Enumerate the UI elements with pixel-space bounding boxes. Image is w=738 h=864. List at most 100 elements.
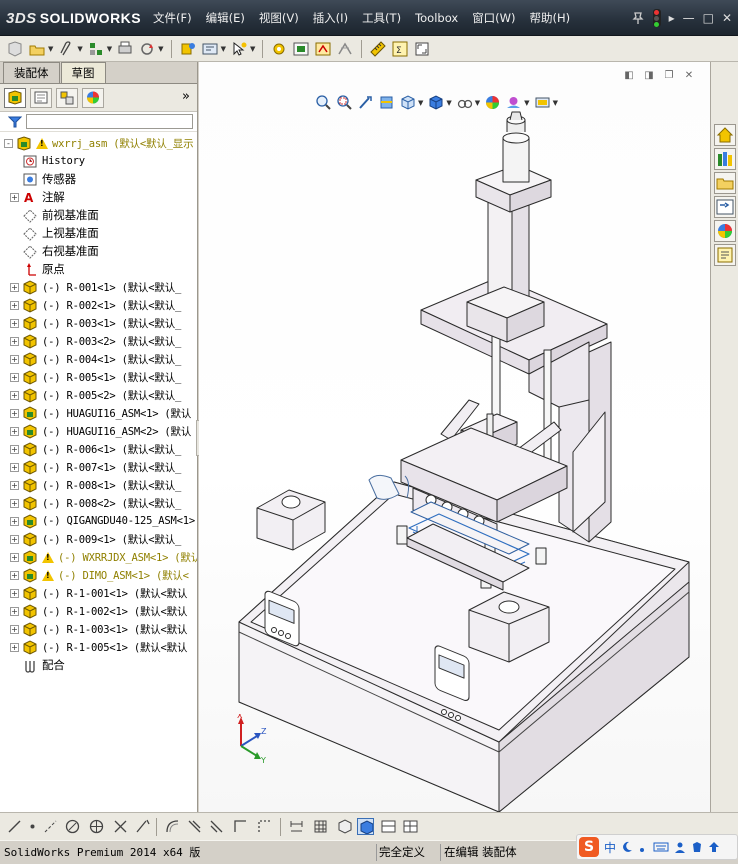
centerline-icon[interactable] <box>42 818 59 835</box>
expand-icon[interactable]: + <box>10 336 19 346</box>
tree-item-part[interactable]: + (-) R-008<1> (默认<默认_ <box>0 476 197 494</box>
expand-icon[interactable]: + <box>10 408 19 418</box>
sketch-pattern-icon[interactable] <box>256 818 273 835</box>
tree-item-plane[interactable]: 前视基准面 <box>0 206 197 224</box>
insert-component-icon[interactable] <box>292 40 310 58</box>
expand-icon[interactable]: + <box>10 480 19 490</box>
chevron-down-icon[interactable]: ▼ <box>250 45 255 53</box>
assembly-model-render[interactable] <box>199 62 710 812</box>
expand-icon[interactable]: + <box>10 390 19 400</box>
appearances-icon[interactable] <box>714 220 736 242</box>
menu-window[interactable]: 窗口(W) <box>465 10 522 26</box>
fullscreen-icon[interactable] <box>413 40 431 58</box>
measure-icon[interactable] <box>369 40 387 58</box>
tree-item-mates[interactable]: 配合 <box>0 656 197 674</box>
expand-icon[interactable]: + <box>10 426 19 436</box>
gear-icon[interactable] <box>270 40 288 58</box>
expand-icon[interactable]: + <box>10 372 19 382</box>
property-manager-tab-icon[interactable] <box>30 87 52 108</box>
menu-toolbox[interactable]: Toolbox <box>408 11 465 25</box>
expand-icon[interactable]: + <box>10 516 19 526</box>
punctuation-icon[interactable] <box>638 841 648 853</box>
tree-item-origin[interactable]: 原点 <box>0 260 197 278</box>
expand-icon[interactable]: + <box>10 642 19 652</box>
expand-icon[interactable]: + <box>10 498 19 508</box>
tab-sketch[interactable]: 草图 <box>60 62 106 83</box>
chevron-down-icon[interactable]: ▼ <box>158 45 163 53</box>
fillet-icon[interactable] <box>208 818 225 835</box>
convert-entities-icon[interactable] <box>232 818 249 835</box>
tree-item-part[interactable]: + (-) R-005<2> (默认<默认_ <box>0 386 197 404</box>
point-icon[interactable] <box>24 818 41 835</box>
print-icon[interactable] <box>116 40 134 58</box>
tree-item-part[interactable]: + (-) R-1-005<1> (默认<默认 <box>0 638 197 656</box>
tree-item-part[interactable]: + (-) R-003<2> (默认<默认_ <box>0 332 197 350</box>
maximize-button[interactable]: □ <box>703 11 714 25</box>
grid-icon[interactable] <box>312 818 329 835</box>
filter-icon[interactable] <box>8 116 22 128</box>
user-icon[interactable] <box>674 841 686 853</box>
sketch-line-icon[interactable] <box>6 818 23 835</box>
rebuild-status-icon[interactable] <box>652 9 661 27</box>
tree-item-part[interactable]: + (-) R-009<1> (默认<默认_ <box>0 530 197 548</box>
chevron-down-icon[interactable]: ▼ <box>107 45 112 53</box>
expand-icon[interactable]: + <box>10 444 19 454</box>
tree-item-part[interactable]: + (-) R-002<1> (默认<默认_ <box>0 296 197 314</box>
expand-icon[interactable]: + <box>10 462 19 472</box>
circle-icon[interactable] <box>64 818 81 835</box>
menu-view[interactable]: 视图(V) <box>252 10 306 26</box>
trim-icon[interactable] <box>112 818 129 835</box>
app-logo[interactable]: 3DS SOLIDWORKS <box>6 6 141 30</box>
menu-file[interactable]: 文件(F) <box>146 10 199 26</box>
menu-insert[interactable]: 插入(I) <box>306 10 355 26</box>
tree-item-plane[interactable]: 上视基准面 <box>0 224 197 242</box>
tree-item-history[interactable]: History <box>0 152 197 170</box>
collapse-icon[interactable]: - <box>4 138 13 148</box>
tree-item-asm[interactable]: + (-) WXRRJDX_ASM<1> (默认 <box>0 548 197 566</box>
graphics-area[interactable]: ◧ ◨ ❐ ✕ ▼ ▼ ▼ ▼ ▼ X Z Y <box>199 62 710 812</box>
tree-item-annot[interactable]: + A 注解 <box>0 188 197 206</box>
upload-icon[interactable] <box>708 841 720 853</box>
chevron-down-icon[interactable]: ▼ <box>77 45 82 53</box>
menu-help[interactable]: 帮助(H) <box>523 10 578 26</box>
tree-item-part[interactable]: + (-) R-008<2> (默认<默认_ <box>0 494 197 512</box>
keyboard-icon[interactable] <box>653 841 669 853</box>
custom-properties-icon[interactable] <box>714 244 736 266</box>
tree-item-part[interactable]: + (-) R-006<1> (默认<默认_ <box>0 440 197 458</box>
tree-item-part[interactable]: + (-) R-004<1> (默认<默认_ <box>0 350 197 368</box>
offset-icon[interactable] <box>164 818 181 835</box>
expand-icon[interactable]: + <box>10 534 19 544</box>
feature-manager-tab-icon[interactable] <box>4 87 26 108</box>
tree-item-asm[interactable]: + (-) HUAGUI16_ASM<2> (默认 <box>0 422 197 440</box>
expand-icon[interactable]: + <box>10 282 19 292</box>
expand-icon[interactable]: + <box>10 588 19 598</box>
menu-edit[interactable]: 编辑(E) <box>199 10 252 26</box>
new-document-icon[interactable] <box>6 40 24 58</box>
tree-item-asm[interactable]: + (-) DIMO_ASM<1> (默认< <box>0 566 197 584</box>
smart-dimension-icon[interactable] <box>288 818 305 835</box>
home-icon[interactable] <box>714 124 736 146</box>
view-palette-icon[interactable] <box>714 196 736 218</box>
options-arrow[interactable]: ▸ <box>669 11 675 25</box>
expand-icon[interactable]: + <box>10 570 19 580</box>
expand-icon[interactable]: + <box>10 192 19 202</box>
window-layout-icon[interactable] <box>380 818 397 835</box>
tree-item-root[interactable]: - wxrrj_asm (默认<默认_显示 <box>0 134 197 152</box>
table-layout-icon[interactable] <box>402 818 419 835</box>
minimize-button[interactable]: — <box>683 11 695 25</box>
move-component-icon[interactable] <box>336 40 354 58</box>
shaded-sketch-icon[interactable] <box>357 818 374 835</box>
mate-icon[interactable] <box>314 40 332 58</box>
rebuild-icon[interactable] <box>179 40 197 58</box>
expand-icon[interactable]: + <box>10 552 19 562</box>
tree-item-part[interactable]: + (-) R-005<1> (默认<默认_ <box>0 368 197 386</box>
expand-icon[interactable]: + <box>10 624 19 634</box>
filter-input[interactable] <box>26 114 193 129</box>
tree-item-part[interactable]: + (-) R-001<1> (默认<默认_ <box>0 278 197 296</box>
tab-assembly[interactable]: 装配体 <box>3 62 60 83</box>
skin-icon[interactable] <box>691 841 703 853</box>
options-icon[interactable] <box>201 40 219 58</box>
chevron-down-icon[interactable]: ▼ <box>221 45 226 53</box>
design-library-icon[interactable] <box>714 148 736 170</box>
ime-mode-toggle[interactable]: 中 <box>604 839 616 856</box>
